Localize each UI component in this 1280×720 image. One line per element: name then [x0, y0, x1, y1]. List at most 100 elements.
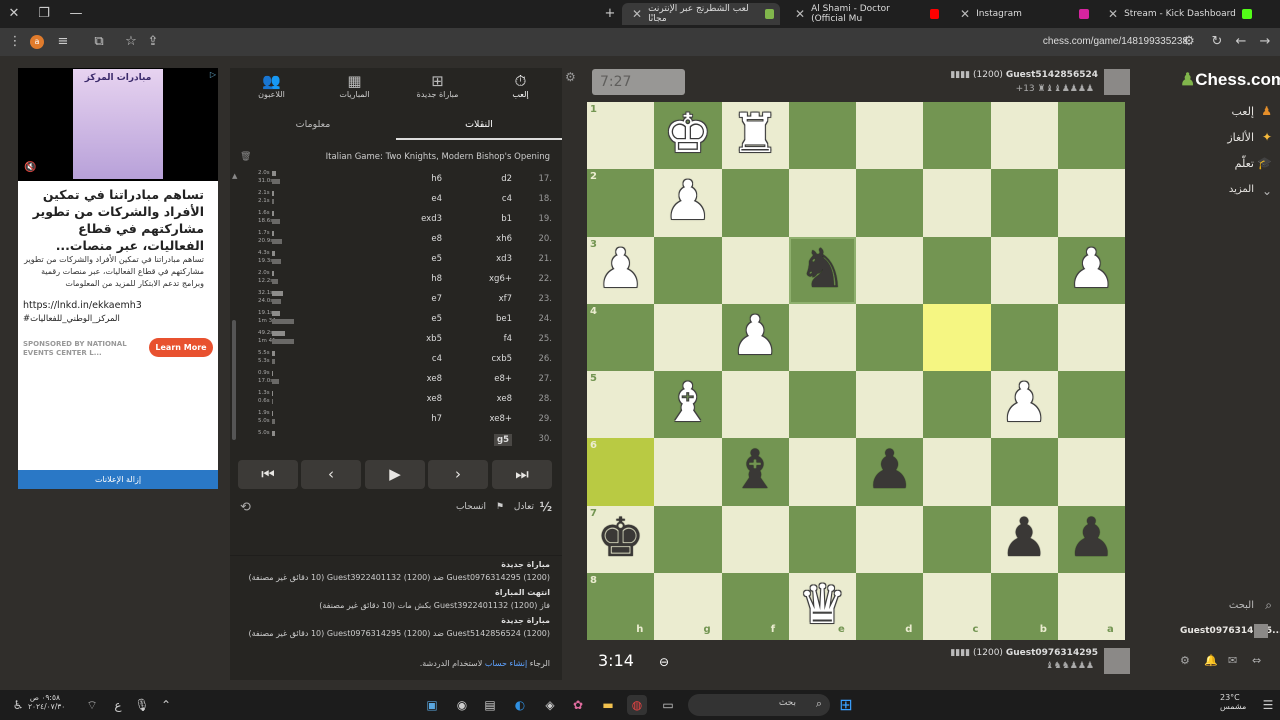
flip-board-icon[interactable]: ⟲	[240, 500, 251, 515]
white-move[interactable]: xe8+	[489, 414, 512, 424]
white-move[interactable]: xe8	[497, 394, 512, 404]
board-square[interactable]	[721, 572, 789, 640]
scroll-up-icon[interactable]: ▲	[232, 172, 238, 180]
black-move[interactable]: xb5	[426, 334, 442, 344]
board-square[interactable]	[587, 303, 655, 371]
clock[interactable]: ٠٩:٥٨ ص ٢٠٢٤/٠٧/٣٠	[28, 693, 65, 711]
black-move[interactable]: h8	[431, 274, 442, 284]
chevron-up-icon[interactable]: ⌃	[156, 695, 176, 715]
white-move[interactable]: cxb5	[491, 354, 512, 364]
forward-icon[interactable]: →	[1256, 33, 1274, 51]
board-square[interactable]	[923, 371, 991, 439]
black-king-icon[interactable]: ♚	[587, 506, 654, 573]
file-explorer-icon[interactable]: ▬	[598, 695, 618, 715]
board-square[interactable]	[990, 169, 1058, 237]
tab-kick[interactable]: ✕ Stream - Kick Dashboard	[1098, 3, 1258, 25]
close-tab-icon[interactable]: ✕	[960, 7, 970, 21]
opponent-info[interactable]: ▮▮▮▮ (1200) Guest5142856524	[950, 70, 1098, 80]
move-row[interactable]: 23. xf7 e7 32.1s 24.0s	[242, 290, 552, 310]
app-icon[interactable]: ▤	[480, 695, 500, 715]
tab-youtube[interactable]: ✕ Al Shami - Doctor (Official Mu	[785, 3, 945, 25]
black-pawn-icon[interactable]: ♟	[1058, 506, 1125, 573]
move-row[interactable]: 24. be1 e5 19.1s 1m 34s	[242, 310, 552, 330]
edge-icon[interactable]: ◐	[510, 695, 530, 715]
chrome-icon[interactable]: ◍	[627, 695, 647, 715]
url-field[interactable]: chess.com/game/148199335238	[1043, 36, 1188, 47]
white-pawn-icon[interactable]: ♟	[991, 371, 1058, 438]
close-tab-icon[interactable]: ✕	[1108, 7, 1118, 21]
resign-button[interactable]: انسحاب	[456, 502, 486, 512]
white-move[interactable]: f4	[504, 334, 512, 344]
play-button[interactable]: ▶	[365, 460, 425, 489]
board-square[interactable]	[990, 303, 1058, 371]
menu-dots-icon[interactable]: ⋮	[6, 33, 24, 51]
board-square[interactable]	[990, 572, 1058, 640]
tab-info[interactable]: معلومات	[230, 110, 396, 140]
board-square[interactable]	[1057, 371, 1125, 439]
move-row[interactable]: 27. e8+ xe8 0.9s 17.0s	[242, 370, 552, 390]
board-square[interactable]	[654, 505, 722, 573]
moves-scrollbar[interactable]: ▲	[232, 172, 238, 444]
share-icon[interactable]: ⇪	[144, 33, 162, 51]
white-king-icon[interactable]: ♚	[654, 102, 721, 169]
tab-games[interactable]: ▦ المباريات	[313, 68, 396, 108]
white-move[interactable]: xd3	[496, 254, 512, 264]
black-move[interactable]: h6	[431, 174, 442, 184]
board-square[interactable]	[923, 303, 991, 371]
board-square[interactable]	[990, 102, 1058, 170]
close-tab-icon[interactable]: ✕	[632, 7, 642, 21]
move-row[interactable]: 17. d2 h6 2.0s 31.0s	[242, 170, 552, 190]
board-square[interactable]	[1057, 572, 1125, 640]
move-row[interactable]: 30. g5 5.0s	[242, 430, 552, 450]
board-square[interactable]	[788, 371, 856, 439]
board-square[interactable]	[923, 102, 991, 170]
board-square[interactable]	[587, 438, 655, 506]
learn-more-button[interactable]: Learn More	[149, 338, 213, 357]
white-move[interactable]: g5	[494, 434, 512, 446]
board-square[interactable]	[856, 303, 924, 371]
reading-list-icon[interactable]: ≡	[54, 33, 72, 51]
next-move-button[interactable]: ›	[428, 460, 488, 489]
board-square[interactable]	[856, 505, 924, 573]
move-row[interactable]: 18. c4 e4 2.1s 2.1s	[242, 190, 552, 210]
first-move-button[interactable]: ⏮	[238, 460, 298, 489]
tab-instagram[interactable]: ✕ Instagram	[950, 3, 1095, 25]
tab-play[interactable]: ⏱ إلعب	[479, 68, 562, 108]
trash-icon[interactable]: 🗑	[240, 152, 251, 162]
board-square[interactable]	[990, 438, 1058, 506]
tab-players[interactable]: 👥 اللاعبون	[230, 68, 313, 108]
ad-image[interactable]: مبادرات المركز 🔇 ▷	[18, 68, 218, 181]
white-move[interactable]: e8+	[494, 374, 512, 384]
language-icon[interactable]: ع	[108, 695, 128, 715]
white-queen-icon[interactable]: ♛	[789, 573, 856, 640]
notification-icon[interactable]: ☰	[1258, 695, 1278, 715]
messages-icon[interactable]: ✉	[1228, 654, 1237, 667]
black-move[interactable]: h7	[431, 414, 442, 424]
sidebar-item-more[interactable]: المزيد	[1229, 184, 1254, 195]
tab-new-game[interactable]: ⊞ مباراة جديدة	[396, 68, 479, 108]
sidebar-item-play[interactable]: إلعب	[1231, 105, 1254, 118]
back-icon[interactable]: ←	[1232, 33, 1250, 51]
white-pawn-icon[interactable]: ♟	[722, 304, 789, 371]
white-move[interactable]: xh6	[496, 234, 512, 244]
board-square[interactable]	[788, 303, 856, 371]
board-square[interactable]	[856, 371, 924, 439]
board-settings-icon[interactable]: ⚙	[565, 70, 576, 84]
previous-move-button[interactable]: ‹	[301, 460, 361, 489]
opponent-avatar[interactable]	[1104, 69, 1130, 95]
microphone-icon[interactable]: 🎙	[132, 695, 152, 715]
player-info[interactable]: ▮▮▮▮ (1200) Guest0976314295	[950, 648, 1098, 658]
board-square[interactable]	[1057, 169, 1125, 237]
board-square[interactable]	[856, 169, 924, 237]
expand-icon[interactable]: ⇔	[1252, 654, 1261, 667]
move-row[interactable]: 22. xg6+ h8 2.0s 12.2s	[242, 270, 552, 290]
board-square[interactable]	[654, 303, 722, 371]
tab-moves[interactable]: النقلات	[396, 110, 562, 140]
reload-icon[interactable]: ↻	[1208, 33, 1226, 51]
white-pawn-icon[interactable]: ♟	[587, 237, 654, 304]
white-pawn-icon[interactable]: ♟	[1058, 237, 1125, 304]
black-move[interactable]: e7	[431, 294, 442, 304]
black-move[interactable]: xe8	[427, 394, 442, 404]
white-move[interactable]: c4	[502, 194, 512, 204]
app-icon[interactable]: ✿	[568, 695, 588, 715]
